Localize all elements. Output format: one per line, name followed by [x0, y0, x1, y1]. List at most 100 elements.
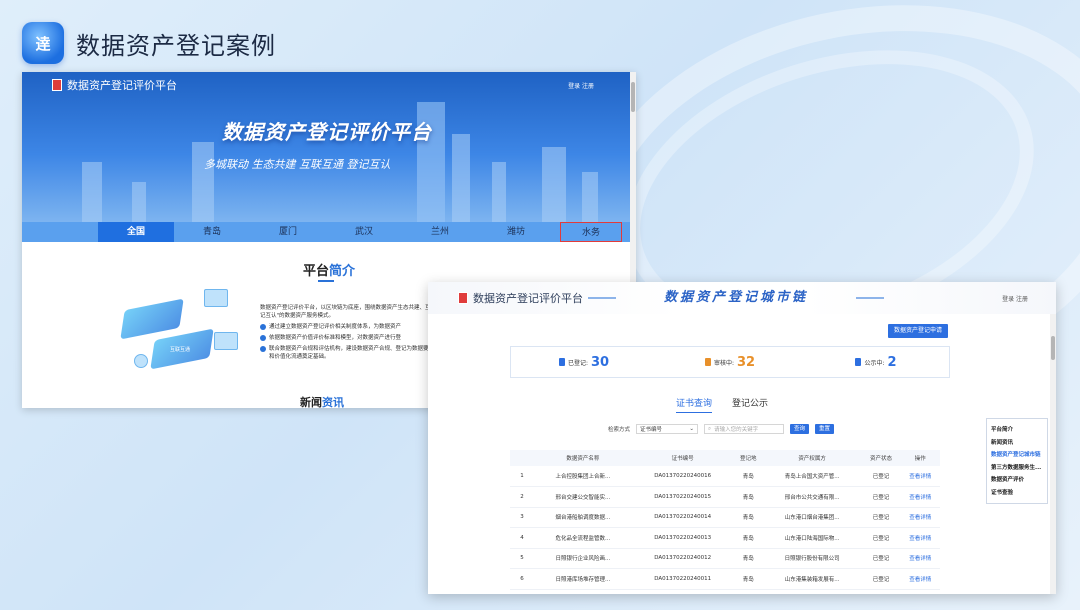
col-owner: 资产权属方	[762, 450, 862, 466]
cell-asset-name: 日照港库场堆存管理...	[534, 568, 632, 590]
illus-label: 生态共建	[174, 285, 195, 291]
city-building	[542, 147, 566, 222]
chevron-down-icon: ⌄	[689, 426, 695, 432]
col-location: 登记地	[733, 450, 763, 466]
keyword-input[interactable]: ⌕ 请输入您的关键字	[704, 424, 785, 434]
cell-cert-no: DA01370220240016	[631, 466, 734, 487]
cell-index: 3	[510, 507, 534, 528]
cell-cert-no: DA01370220240011	[631, 568, 734, 590]
certificate-table: 数据资产名称 证书编号 登记地 资产权属方 资产状态 操作 1 上合控股集团上合…	[510, 450, 940, 590]
cell-owner: 山东港集装箱发展有...	[762, 568, 862, 590]
top-bar: 数据资产登记评价平台 登录 注册	[22, 72, 624, 98]
cell-status: 已登记	[861, 466, 901, 487]
view-details-link[interactable]: 查看详情	[900, 466, 940, 487]
side-nav: 平台简介 新闻资讯 数据资产登记城市链 第三方数据服务生... 数据资产评价 证…	[986, 418, 1048, 504]
tab-water[interactable]: 水务	[560, 222, 622, 242]
platform-brand[interactable]: 数据资产登记评价平台	[458, 290, 583, 306]
cell-location: 青岛	[733, 466, 763, 487]
side-nav-evaluation[interactable]: 数据资产评价	[991, 474, 1043, 487]
city-building	[452, 134, 470, 222]
city-building	[192, 142, 214, 222]
platform-brand[interactable]: 数据资产登记评价平台	[52, 77, 177, 93]
illus-label: 登记互认	[200, 323, 221, 329]
city-building	[492, 162, 506, 222]
title-underline	[318, 280, 334, 282]
cell-asset-name: 日照银行企业风险画...	[534, 548, 632, 569]
stat-value: 32	[736, 354, 756, 370]
slide-title: 数据资产登记案例	[76, 31, 276, 60]
tab-wuhan[interactable]: 武汉	[326, 222, 402, 242]
view-details-link[interactable]: 查看详情	[900, 486, 940, 508]
scrollbar-thumb[interactable]	[631, 82, 635, 112]
apply-registration-button[interactable]: 数据资产登记申请	[888, 324, 949, 338]
cell-cert-no: DA01370220240014	[631, 507, 734, 528]
illus-globe	[134, 354, 148, 368]
table-header-row: 数据资产名称 证书编号 登记地 资产权属方 资产状态 操作	[510, 450, 940, 466]
cell-index: 5	[510, 548, 534, 569]
stat-value: 2	[887, 354, 897, 370]
side-nav-third-party[interactable]: 第三方数据服务生...	[991, 462, 1043, 475]
keyword-placeholder: 请输入您的关键字	[714, 427, 759, 433]
scrollbar-thumb[interactable]	[1051, 336, 1055, 360]
document-icon	[855, 358, 862, 366]
illus-monitor	[204, 289, 228, 307]
cell-owner: 青岛上合国大资产管...	[762, 466, 862, 487]
cell-status: 已登记	[861, 486, 901, 508]
tab-lanzhou[interactable]: 兰州	[402, 222, 478, 242]
bullet-icon	[260, 346, 266, 352]
cell-asset-name: 邢台交建公交智能实...	[534, 486, 632, 508]
hero-banner: 数据资产登记评价平台 登录 注册 数据资产登记评价平台 多城联动 生态共建 互联…	[22, 72, 636, 222]
query-button[interactable]: 查询	[790, 424, 810, 434]
sub-tabs: 证书查询 登记公示	[676, 396, 768, 413]
cell-cert-no: DA01370220240013	[631, 527, 734, 549]
reset-button[interactable]: 重置	[815, 424, 835, 434]
table-row: 6 日照港库场堆存管理... DA01370220240011 青岛 山东港集装…	[510, 568, 940, 590]
intro-title-a: 平台	[302, 264, 329, 279]
hero-subtitle: 多城联动 生态共建 互联互通 登记互认	[204, 158, 391, 171]
cell-status: 已登记	[861, 507, 901, 528]
view-details-link[interactable]: 查看详情	[900, 548, 940, 569]
side-nav-cert-verify[interactable]: 证书查验	[991, 487, 1043, 500]
city-building	[132, 182, 146, 222]
side-nav-city-chain[interactable]: 数据资产登记城市链	[991, 449, 1043, 462]
side-nav-intro[interactable]: 平台简介	[991, 424, 1043, 437]
cell-location: 青岛	[733, 507, 763, 528]
brand-text: 数据资产登记评价平台	[67, 79, 177, 92]
intro-title-b: 简介	[329, 264, 356, 279]
cell-index: 6	[510, 568, 534, 590]
tab-qingdao[interactable]: 青岛	[174, 222, 250, 242]
stat-publicizing: 公示中: 2	[803, 347, 949, 377]
table-row: 1 上合控股集团上合新... DA01370220240016 青岛 青岛上合国…	[510, 466, 940, 487]
slide-header: 逹 数据资产登记案例	[22, 22, 276, 64]
cell-owner: 邢台市公共交通有限...	[762, 486, 862, 508]
news-title-a: 新闻	[300, 396, 322, 408]
tab-registration-notice[interactable]: 登记公示	[732, 396, 768, 413]
cell-location: 青岛	[733, 568, 763, 590]
login-register-link[interactable]: 登录 注册	[568, 81, 594, 90]
brand-logo-icon: 逹	[22, 22, 64, 64]
illus-platform	[120, 298, 184, 340]
bullet-icon	[260, 324, 266, 330]
bullet-icon	[260, 335, 266, 341]
city-building	[82, 162, 102, 222]
view-details-link[interactable]: 查看详情	[900, 568, 940, 590]
side-nav-news[interactable]: 新闻资讯	[991, 437, 1043, 450]
tab-national[interactable]: 全国	[98, 222, 174, 242]
tab-weifang[interactable]: 潍坊	[478, 222, 554, 242]
hero-title: 数据资产登记评价平台	[222, 120, 432, 144]
cell-owner: 日照银行股份有限公司	[762, 548, 862, 569]
login-register-link[interactable]: 登录 注册	[1002, 294, 1028, 303]
search-method-select[interactable]: 证书编号 ⌄	[636, 424, 699, 434]
tab-xiamen[interactable]: 厦门	[250, 222, 326, 242]
table-row: 2 邢台交建公交智能实... DA01370220240015 青岛 邢台市公共…	[510, 486, 940, 508]
view-details-link[interactable]: 查看详情	[900, 527, 940, 549]
search-icon: ⌕	[708, 425, 712, 432]
city-tabs: 全国 青岛 厦门 武汉 兰州 潍坊 水务	[22, 222, 636, 242]
tab-certificate-query[interactable]: 证书查询	[676, 396, 713, 413]
scrollbar[interactable]	[1050, 314, 1056, 594]
cell-index: 2	[510, 486, 534, 508]
view-details-link[interactable]: 查看详情	[900, 507, 940, 528]
stat-reviewing: 审核中: 32	[657, 347, 803, 377]
city-building	[582, 172, 598, 222]
cell-cert-no: DA01370220240012	[631, 548, 734, 569]
